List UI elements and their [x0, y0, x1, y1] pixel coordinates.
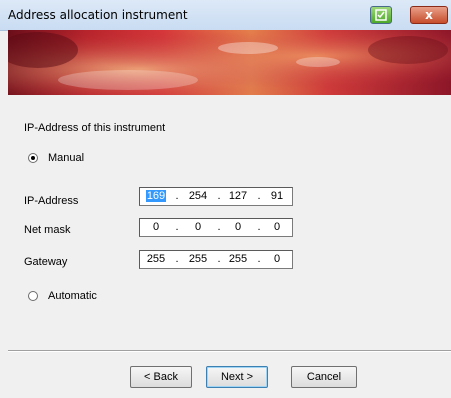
button-bar: < Back Next > Cancel — [8, 352, 451, 398]
ip-separator: . — [257, 190, 261, 202]
manual-radio-option[interactable]: Manual — [28, 152, 84, 164]
mask-octet-3[interactable]: 0 — [224, 221, 252, 233]
next-button[interactable]: Next > — [206, 366, 268, 388]
dialog-window: Address allocation instrument x IP-Addre… — [0, 0, 451, 398]
ip-separator: . — [175, 253, 179, 265]
automatic-radio[interactable] — [28, 291, 38, 301]
net-mask-label: Net mask — [24, 224, 71, 236]
automatic-radio-label: Automatic — [48, 290, 97, 302]
mask-octet-2[interactable]: 0 — [184, 221, 212, 233]
content-panel: IP-Address of this instrument Manual IP-… — [8, 95, 451, 350]
cancel-button[interactable]: Cancel — [291, 366, 357, 388]
close-icon: x — [425, 8, 433, 22]
gateway-label: Gateway — [24, 256, 68, 268]
ip-octet-4[interactable]: 91 — [263, 190, 291, 202]
gateway-field[interactable]: 255 . 255 . 255 . 0 — [139, 250, 293, 269]
gateway-octet-1[interactable]: 255 — [142, 253, 170, 265]
ip-separator: . — [257, 221, 261, 233]
ip-separator: . — [217, 253, 221, 265]
ip-octet-1[interactable]: 169 — [142, 190, 170, 202]
ip-octet-3[interactable]: 127 — [224, 190, 252, 202]
close-button[interactable]: x — [410, 6, 448, 24]
ip-address-field[interactable]: 169 . 254 . 127 . 91 — [139, 187, 293, 206]
gateway-octet-2[interactable]: 255 — [184, 253, 212, 265]
mask-octet-4[interactable]: 0 — [263, 221, 291, 233]
gateway-octet-3[interactable]: 255 — [224, 253, 252, 265]
window-title: Address allocation instrument — [8, 8, 188, 22]
mask-octet-1[interactable]: 0 — [142, 221, 170, 233]
ip-separator: . — [175, 221, 179, 233]
manual-radio-label: Manual — [48, 152, 85, 164]
ip-separator: . — [217, 190, 221, 202]
ip-octet-2[interactable]: 254 — [184, 190, 212, 202]
gateway-octet-4[interactable]: 0 — [263, 253, 291, 265]
title-bar[interactable]: Address allocation instrument x — [0, 0, 451, 31]
ip-separator: . — [257, 253, 261, 265]
ip-separator: . — [217, 221, 221, 233]
automatic-radio-option[interactable]: Automatic — [28, 290, 97, 302]
section-heading: IP-Address of this instrument — [24, 122, 166, 134]
back-button[interactable]: < Back — [130, 366, 192, 388]
manual-radio[interactable] — [28, 153, 38, 163]
ip-address-label: IP-Address — [24, 195, 79, 207]
header-banner-image — [8, 30, 451, 95]
banner-graphic — [8, 30, 451, 95]
help-icon — [375, 9, 387, 21]
ip-separator: . — [175, 190, 179, 202]
help-button[interactable] — [370, 6, 392, 24]
net-mask-field[interactable]: 0 . 0 . 0 . 0 — [139, 218, 293, 237]
